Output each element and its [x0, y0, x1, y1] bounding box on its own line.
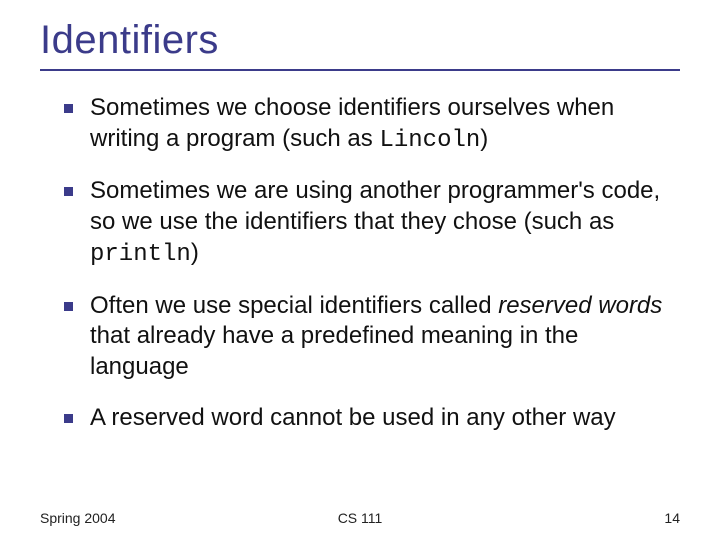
slide-footer: Spring 2004 CS 111 14: [40, 510, 680, 526]
bullet-text: Sometimes we choose identifiers ourselve…: [90, 94, 614, 152]
bullet-item: Often we use special identifiers called …: [64, 291, 674, 383]
bullet-item: Sometimes we are using another programme…: [64, 176, 674, 270]
bullet-text: that already have a predefined meaning i…: [90, 322, 578, 380]
bullet-list: Sometimes we choose identifiers ourselve…: [40, 93, 680, 433]
bullet-text: Often we use special identifiers called: [90, 292, 498, 319]
title-underline: [40, 69, 680, 71]
bullet-item: A reserved word cannot be used in any ot…: [64, 403, 674, 434]
bullet-text: Sometimes we are using another programme…: [90, 177, 660, 235]
bullet-text: A reserved word cannot be used in any ot…: [90, 404, 616, 431]
code-literal: Lincoln: [379, 127, 480, 154]
bullet-text: ): [480, 125, 488, 152]
code-literal: println: [90, 241, 191, 268]
slide: Identifiers Sometimes we choose identifi…: [0, 0, 720, 540]
emphasis-text: reserved words: [498, 292, 662, 319]
slide-title: Identifiers: [40, 18, 680, 63]
bullet-text: ): [191, 239, 199, 266]
footer-left: Spring 2004: [40, 510, 116, 526]
bullet-item: Sometimes we choose identifiers ourselve…: [64, 93, 674, 156]
footer-page-number: 14: [664, 510, 680, 526]
footer-center: CS 111: [40, 510, 680, 526]
